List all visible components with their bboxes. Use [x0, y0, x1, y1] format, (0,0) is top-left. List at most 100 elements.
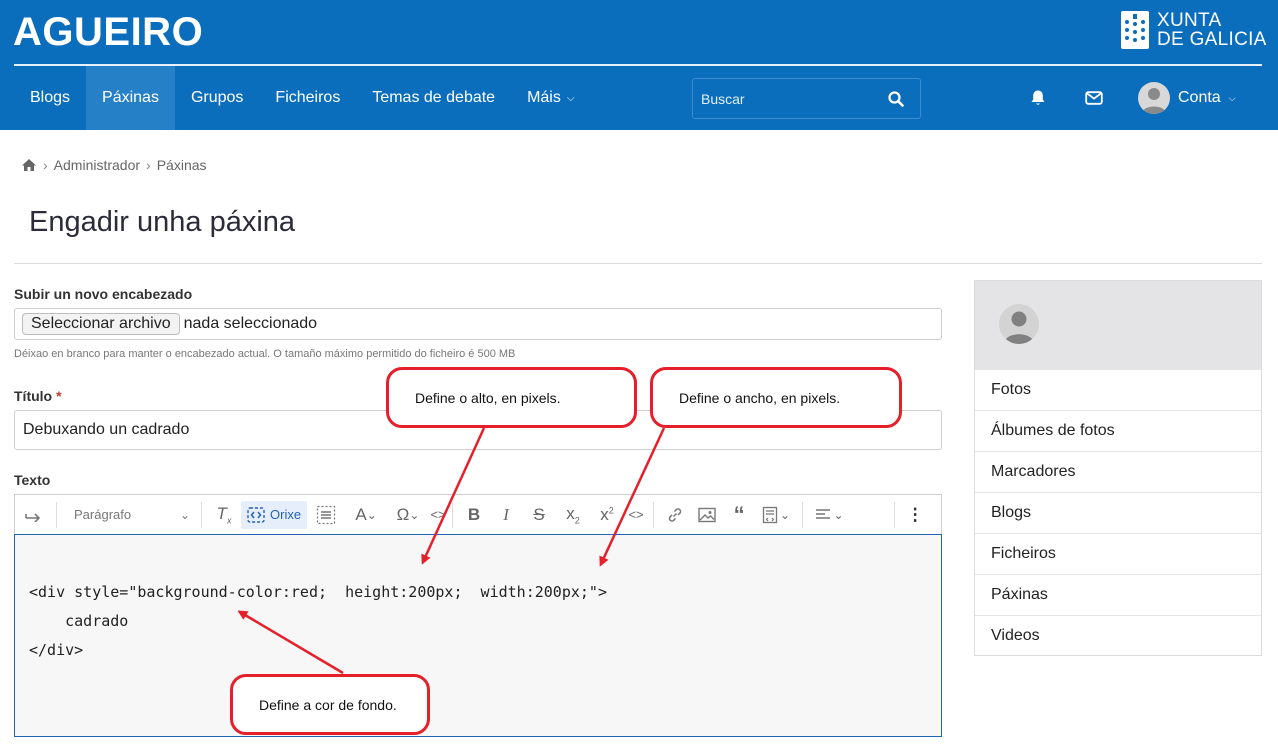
- subscript-icon: x2: [566, 503, 580, 526]
- remove-format-icon: Tx: [216, 503, 232, 526]
- strikethrough-icon: S: [533, 504, 545, 524]
- image-icon: [698, 507, 716, 522]
- more-options-button[interactable]: ⋮: [900, 499, 930, 531]
- sidebar-item-marcadores[interactable]: Marcadores: [975, 451, 1261, 492]
- callout-background: Define a cor de fondo.: [230, 674, 430, 735]
- redo-button[interactable]: [15, 499, 51, 531]
- chevron-down-icon: ⌵: [566, 92, 575, 104]
- sidebar-item-fotos[interactable]: Fotos: [975, 369, 1261, 410]
- source-button[interactable]: Orixe: [241, 500, 308, 529]
- italic-icon: I: [503, 504, 509, 524]
- sidebar-item-paxinas[interactable]: Páxinas: [975, 574, 1261, 615]
- xunta-line2: DE GALICIA: [1157, 29, 1267, 50]
- source-code-icon: [247, 506, 265, 523]
- site-header: AGUEIRO XUNTA DE GALICIA Blogs Páxinas G…: [0, 0, 1278, 130]
- title-divider: [14, 263, 1262, 264]
- code-line: </div>: [29, 641, 84, 659]
- site-logo[interactable]: AGUEIRO: [13, 10, 203, 55]
- breadcrumb-paxinas[interactable]: Páxinas: [157, 157, 207, 173]
- strikethrough-button[interactable]: S: [522, 499, 556, 531]
- account-menu[interactable]: Conta ⌵: [1138, 82, 1236, 114]
- font-size-icon: A: [355, 504, 367, 524]
- bell-icon[interactable]: [1029, 89, 1047, 107]
- avatar[interactable]: [999, 304, 1039, 344]
- select-file-button[interactable]: Seleccionar archivo: [22, 313, 180, 335]
- show-blocks-icon: [316, 505, 336, 524]
- nav-mais-label: Máis: [527, 89, 561, 106]
- quote-icon: “: [733, 501, 745, 527]
- search-icon[interactable]: [888, 91, 904, 107]
- italic-button[interactable]: I: [490, 499, 522, 531]
- omega-icon: Ω: [396, 504, 410, 524]
- font-size-button[interactable]: A ⌄: [345, 499, 387, 531]
- user-avatar-icon: [1142, 88, 1166, 114]
- link-icon: [668, 507, 682, 522]
- user-avatar-icon: [1004, 311, 1034, 344]
- blockquote-button[interactable]: “: [723, 499, 755, 531]
- code-button[interactable]: <>: [429, 499, 447, 531]
- source-editor[interactable]: <div style="background-color:red; height…: [14, 534, 942, 737]
- owner-sidebar: Fotos Álbumes de fotos Marcadores Blogs …: [974, 280, 1262, 656]
- search-input[interactable]: [693, 79, 883, 118]
- chevron-down-icon: ⌄: [409, 507, 420, 522]
- code-line: <div style="background-color:red; height…: [29, 583, 607, 601]
- inline-code-button[interactable]: <>: [624, 499, 648, 531]
- breadcrumb-separator: ›: [146, 157, 151, 173]
- sidebar-item-videos[interactable]: Videos: [975, 615, 1261, 656]
- sidebar-item-albumes-de-fotos[interactable]: Álbumes de fotos: [975, 410, 1261, 451]
- breadcrumb-administrador[interactable]: Administrador: [54, 157, 140, 173]
- callout-width: Define o ancho, en pixels.: [650, 367, 902, 428]
- callout-height: Define o alto, en pixels.: [386, 367, 637, 428]
- xunta-line1: XUNTA: [1157, 10, 1222, 31]
- chevron-down-icon: ⌄: [179, 507, 190, 522]
- redo-icon: [25, 512, 41, 522]
- header-help-text: Déixao en branco para manter o encabezad…: [14, 348, 516, 360]
- subscript-button[interactable]: x2: [556, 499, 590, 531]
- source-button-label: Orixe: [270, 507, 302, 522]
- nav-mais[interactable]: Máis ⌵: [511, 66, 590, 130]
- text-label: Texto: [14, 472, 51, 488]
- special-characters-button[interactable]: Ω ⌄: [387, 499, 429, 531]
- nav-ficheiros[interactable]: Ficheiros: [259, 66, 356, 130]
- align-button[interactable]: ⌄: [808, 499, 850, 531]
- more-vertical-icon: ⋮: [906, 504, 924, 524]
- nav-paxinas[interactable]: Páxinas: [86, 66, 175, 130]
- title-label-text: Título: [14, 388, 53, 404]
- sidebar-item-ficheiros[interactable]: Ficheiros: [975, 533, 1261, 574]
- bold-button[interactable]: B: [458, 499, 490, 531]
- required-mark: *: [56, 388, 62, 404]
- file-status: nada seleccionado: [183, 315, 318, 332]
- paragraph-select[interactable]: Parágrafo ⌄: [62, 499, 196, 531]
- link-button[interactable]: [659, 499, 691, 531]
- insert-template-button[interactable]: ⌄: [755, 499, 797, 531]
- align-left-icon: [815, 508, 830, 519]
- template-icon: [762, 506, 778, 523]
- header-file-input[interactable]: Seleccionar archivo nada seleccionado: [14, 308, 942, 340]
- superscript-button[interactable]: x2: [590, 499, 624, 531]
- page-title: Engadir unha páxina: [29, 206, 296, 238]
- breadcrumb-separator: ›: [43, 157, 48, 173]
- home-icon[interactable]: [21, 158, 37, 172]
- nav-blogs[interactable]: Blogs: [14, 66, 86, 130]
- sidebar-item-blogs[interactable]: Blogs: [975, 492, 1261, 533]
- chevron-down-icon: ⌵: [1228, 92, 1236, 103]
- code-icon: <>: [430, 507, 446, 522]
- mail-icon[interactable]: [1085, 91, 1103, 105]
- owner-block: [975, 281, 1261, 369]
- paragraph-select-label: Parágrafo: [74, 507, 132, 522]
- avatar: [1138, 82, 1170, 114]
- show-blocks-button[interactable]: [307, 499, 345, 531]
- xunta-logo[interactable]: XUNTA DE GALICIA: [1121, 11, 1267, 49]
- xunta-shield-icon: [1121, 11, 1149, 49]
- main-nav: Blogs Páxinas Grupos Ficheiros Temas de …: [14, 66, 590, 130]
- remove-format-button[interactable]: Tx: [207, 499, 241, 531]
- nav-temas-de-debate[interactable]: Temas de debate: [356, 66, 511, 130]
- superscript-icon: x2: [600, 504, 614, 524]
- bold-icon: B: [467, 504, 481, 524]
- code-line: cadrado: [29, 612, 129, 630]
- header-upload-label: Subir un novo encabezado: [14, 286, 193, 302]
- nav-grupos[interactable]: Grupos: [175, 66, 259, 130]
- image-button[interactable]: [691, 499, 723, 531]
- chevron-down-icon: ⌄: [366, 507, 377, 522]
- search-box: [692, 78, 921, 119]
